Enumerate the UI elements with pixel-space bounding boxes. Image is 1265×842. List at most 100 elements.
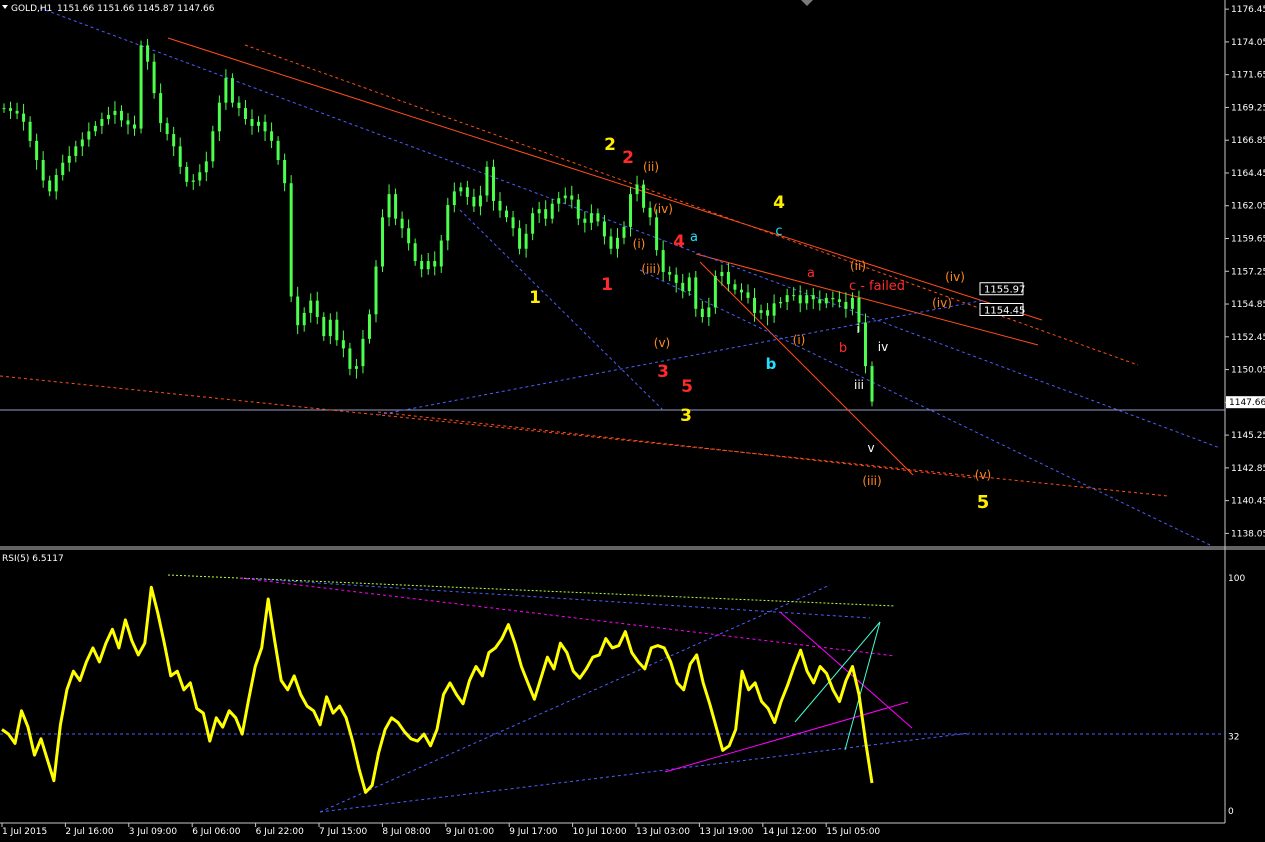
candle-body: [426, 261, 430, 270]
candle-body: [113, 110, 117, 115]
candle-body: [863, 322, 867, 367]
candle-body: [230, 78, 234, 103]
candle-body: [805, 295, 809, 304]
candle-body: [648, 207, 652, 218]
background: [0, 0, 1265, 842]
candle-body: [22, 113, 26, 122]
candle-body: [178, 146, 182, 167]
wave-label: (iv): [653, 202, 673, 216]
wave-label: 4: [673, 232, 685, 252]
candle-body: [779, 301, 783, 304]
candle-body: [9, 108, 13, 111]
candle-body: [720, 271, 724, 277]
candle-body: [687, 277, 691, 292]
candle-body: [824, 297, 828, 304]
time-tick-label: 15 Jul 05:00: [826, 827, 880, 837]
candle-body: [217, 102, 221, 132]
candle-body: [165, 123, 169, 135]
candle-body: [557, 198, 561, 204]
chart-canvas: 22 (ii)(iv)(i)(iii)4 a4c(ii)ac - failed(iv…: [0, 0, 1265, 842]
price-tick-label: 1140.45: [1231, 497, 1265, 507]
candle-body: [505, 210, 509, 218]
candle-body: [322, 317, 326, 337]
candle-body: [713, 276, 717, 308]
candle-body: [54, 175, 58, 192]
wave-label: (ii): [850, 259, 866, 273]
price-label: 1155.97: [984, 285, 1025, 296]
candle-body: [550, 203, 554, 219]
price-tick-label: 1150.05: [1231, 366, 1265, 376]
candle-body: [354, 366, 358, 369]
current-price-label: 1147.66: [1229, 398, 1265, 408]
candle-body: [296, 296, 300, 326]
candle-body: [753, 297, 757, 313]
candle-body: [583, 218, 587, 223]
price-tick-label: 1171.65: [1231, 71, 1265, 81]
candle-body: [759, 310, 763, 313]
time-tick-label: 8 Jul 08:00: [382, 827, 431, 837]
time-tick-label: 9 Jul 01:00: [446, 827, 495, 837]
time-tick-label: 9 Jul 17:00: [509, 827, 558, 837]
candle-body: [172, 134, 176, 147]
price-tick-label: 1166.85: [1231, 136, 1265, 146]
candle-body: [655, 217, 659, 251]
candle-body: [146, 45, 150, 62]
candle-body: [661, 250, 665, 272]
candle-body: [367, 314, 371, 339]
candle-body: [139, 45, 143, 129]
candle-body: [563, 195, 567, 199]
candle-body: [642, 184, 646, 208]
candle-body: [400, 218, 404, 229]
wave-label: 4: [773, 193, 785, 213]
time-tick-label: 6 Jul 22:00: [256, 827, 305, 837]
wave-label: (i): [633, 237, 646, 251]
candle-body: [596, 213, 600, 222]
candle-body: [335, 319, 339, 341]
candle-body: [191, 180, 195, 182]
candle-body: [452, 191, 456, 206]
candle-body: [133, 124, 137, 129]
candle-body: [576, 199, 580, 219]
candle-body: [67, 155, 71, 163]
candle-body: [407, 228, 411, 244]
candle-body: [80, 139, 84, 147]
price-tick-label: 1162.05: [1231, 202, 1265, 212]
symbol-label: GOLD,H1: [11, 4, 52, 14]
price-tick-label: 1159.65: [1231, 235, 1265, 245]
candle-body: [433, 261, 437, 267]
candle-body: [518, 228, 522, 249]
time-tick-label: 1 Jul 2015: [2, 827, 47, 837]
candle-body: [544, 209, 548, 219]
candle-body: [870, 366, 874, 402]
candle-body: [250, 119, 254, 126]
candle-body: [100, 119, 104, 126]
time-tick-label: 7 Jul 15:00: [319, 827, 368, 837]
candle-body: [766, 310, 770, 316]
candle-body: [361, 338, 365, 367]
wave-label: c: [775, 224, 782, 239]
candle-body: [635, 184, 639, 195]
wave-label: (v): [975, 468, 991, 482]
candle-body: [309, 300, 313, 313]
candle-body: [707, 307, 711, 318]
candle-body: [792, 295, 796, 297]
candle-body: [465, 187, 469, 197]
wave-label: i: [856, 322, 859, 336]
time-tick-label: 13 Jul 03:00: [636, 827, 690, 837]
price-tick-label: 1174.05: [1231, 38, 1265, 48]
wave-label: 2: [604, 135, 616, 155]
candle-body: [302, 312, 306, 326]
candle-body: [609, 236, 613, 249]
time-tick-label: 3 Jul 09:00: [129, 827, 178, 837]
candle-body: [204, 161, 208, 173]
chart-frame: [0, 0, 1265, 842]
candle-body: [746, 292, 750, 298]
candle-body: [87, 131, 91, 140]
candle-body: [289, 183, 293, 297]
wave-label: 3: [657, 362, 669, 382]
wave-label: v: [867, 441, 874, 455]
wave-label: b: [766, 355, 777, 373]
candle-body: [844, 301, 848, 309]
candle-body: [159, 93, 163, 124]
candle-body: [413, 243, 417, 262]
